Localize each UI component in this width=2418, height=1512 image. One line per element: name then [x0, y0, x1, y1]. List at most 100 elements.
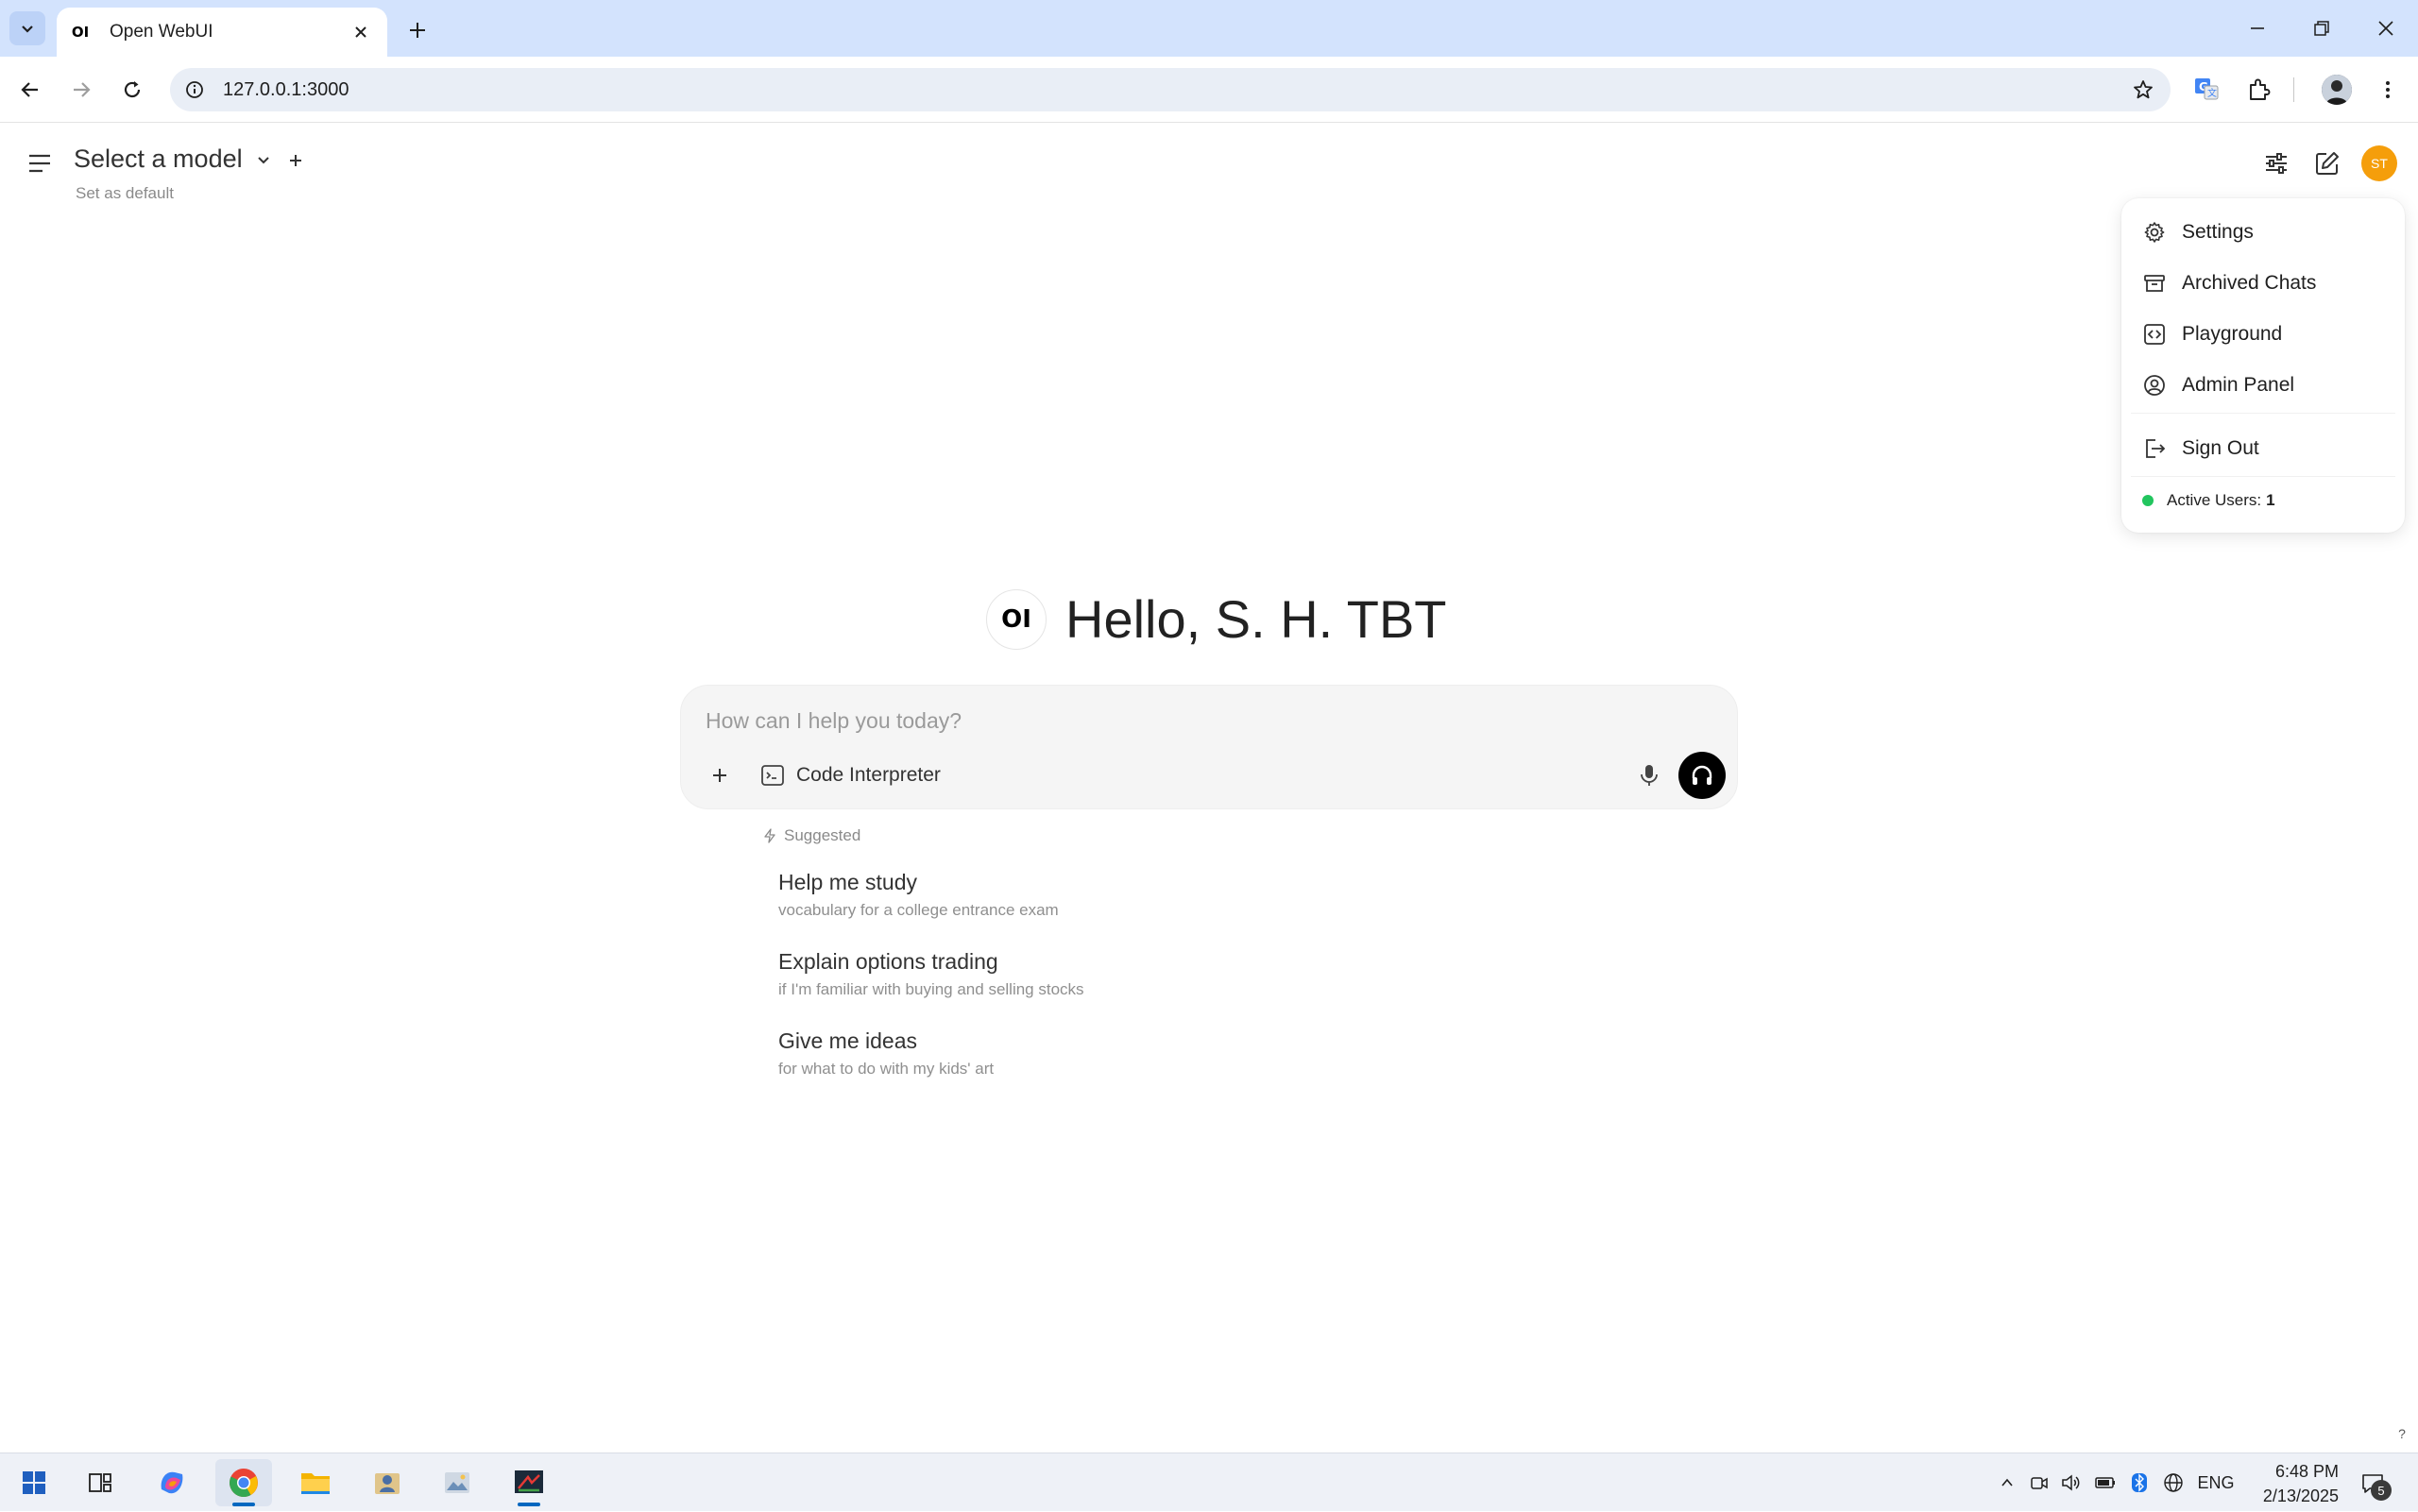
- menu-item-archived-chats[interactable]: Archived Chats: [2140, 263, 2390, 304]
- taskbar-file-explorer[interactable]: [287, 1459, 344, 1506]
- new-tab-button[interactable]: [400, 13, 434, 47]
- model-select-label: Select a model: [74, 144, 243, 173]
- set-as-default-link[interactable]: Set as default: [76, 184, 174, 203]
- suggested-label: Suggested: [784, 826, 861, 844]
- microphone-icon: [1641, 765, 1658, 786]
- app-header: Select a model Set as default ST: [0, 124, 2418, 202]
- translate-icon[interactable]: G文: [2189, 73, 2223, 107]
- active-users-count: 1: [2266, 491, 2275, 509]
- menu-item-admin-panel[interactable]: Admin Panel: [2140, 365, 2390, 406]
- bookmark-star-icon[interactable]: [2129, 76, 2157, 104]
- bluetooth-icon[interactable]: [2125, 1453, 2154, 1512]
- plus-icon: [410, 23, 425, 38]
- suggestion-title: Explain options trading: [778, 949, 998, 974]
- taskbar-app-6[interactable]: [501, 1459, 557, 1506]
- restore-button[interactable]: [2290, 0, 2354, 57]
- globe-network-icon[interactable]: [2159, 1453, 2188, 1512]
- taskbar-app-4[interactable]: [359, 1459, 416, 1506]
- user-dropdown-menu: Settings Archived Chats Playground Admin…: [2121, 198, 2405, 533]
- model-selector[interactable]: Select a model: [74, 144, 275, 174]
- arrow-left-icon: [21, 82, 38, 97]
- attach-more-button[interactable]: [704, 759, 736, 791]
- new-chat-button[interactable]: [2308, 144, 2346, 182]
- task-view-icon: [89, 1473, 111, 1492]
- volume-icon[interactable]: [2057, 1453, 2086, 1512]
- people-app-icon: [375, 1473, 400, 1494]
- lightning-icon: [761, 827, 778, 844]
- profile-avatar: [2322, 75, 2352, 105]
- show-hidden-icons-button[interactable]: [1993, 1453, 2021, 1512]
- minimize-button[interactable]: [2225, 0, 2290, 57]
- message-input[interactable]: How can I help you today?: [706, 708, 962, 734]
- suggestion-item[interactable]: Explain options trading if I'm familiar …: [778, 949, 1251, 999]
- restore-icon: [2314, 21, 2329, 36]
- code-interpreter-toggle[interactable]: Code Interpreter: [760, 759, 941, 791]
- taskbar-copilot[interactable]: [144, 1459, 200, 1506]
- chevron-down-icon: [252, 148, 275, 171]
- browser-tabstrip: OI Open WebUI: [0, 0, 2418, 57]
- chat-controls-button[interactable]: [2257, 144, 2295, 182]
- gear-icon: [2140, 218, 2169, 246]
- address-bar[interactable]: 127.0.0.1:3000: [170, 68, 2171, 111]
- help-button[interactable]: ?: [2392, 1423, 2412, 1444]
- sidebar-toggle-button[interactable]: [25, 148, 55, 178]
- notification-center-button[interactable]: 5: [2354, 1467, 2392, 1501]
- url-text: 127.0.0.1:3000: [223, 78, 349, 100]
- reload-button[interactable]: [115, 73, 149, 107]
- menu-item-sign-out[interactable]: Sign Out: [2140, 428, 2390, 469]
- active-users-indicator: Active Users: 1: [2142, 491, 2275, 510]
- toolbar-divider: [2293, 77, 2294, 102]
- greeting: OI Hello, S. H. TBT: [986, 588, 1447, 650]
- chevron-down-icon: [22, 25, 33, 33]
- menu-item-playground[interactable]: Playground: [2140, 314, 2390, 355]
- menu-divider: [2131, 413, 2395, 414]
- archive-icon: [2140, 269, 2169, 297]
- voice-mode-button[interactable]: [1678, 752, 1726, 799]
- back-button[interactable]: [13, 73, 47, 107]
- suggestion-title: Help me study: [778, 870, 918, 894]
- plus-icon: [290, 155, 301, 166]
- site-info-icon[interactable]: [183, 78, 206, 101]
- profile-button[interactable]: [2320, 73, 2354, 107]
- system-clock[interactable]: 6:48 PM 2/13/2025: [2244, 1459, 2339, 1508]
- tab-close-button[interactable]: [349, 21, 372, 43]
- chrome-icon: [230, 1469, 258, 1497]
- clock-date: 2/13/2025: [2262, 1487, 2339, 1505]
- browser-menu-button[interactable]: [2371, 73, 2405, 107]
- taskbar-app-5[interactable]: [429, 1459, 485, 1506]
- arrow-right-icon: [74, 82, 91, 97]
- battery-icon[interactable]: [2091, 1453, 2120, 1512]
- camera-tray-icon[interactable]: [2025, 1453, 2053, 1512]
- openwebui-app: Select a model Set as default ST Setting…: [0, 124, 2418, 1453]
- voice-input-button[interactable]: [1633, 759, 1665, 791]
- tab-search-button[interactable]: [9, 11, 45, 45]
- menu-item-settings[interactable]: Settings: [2140, 212, 2390, 253]
- clock-time: 6:48 PM: [2274, 1462, 2339, 1481]
- suggestion-item[interactable]: Help me study vocabulary for a college e…: [778, 870, 1251, 920]
- add-model-button[interactable]: [283, 148, 308, 173]
- notification-count-badge: 5: [2371, 1480, 2392, 1501]
- browser-tab[interactable]: OI Open WebUI: [57, 8, 387, 57]
- openwebui-favicon-icon: OI: [71, 24, 90, 41]
- windows-taskbar: ENG 6:48 PM 2/13/2025 5: [0, 1453, 2418, 1511]
- taskbar-chrome[interactable]: [215, 1459, 272, 1506]
- start-button[interactable]: [6, 1459, 62, 1506]
- close-window-button[interactable]: [2354, 0, 2418, 57]
- extensions-icon[interactable]: [2242, 73, 2276, 107]
- suggestion-subtitle: vocabulary for a college entrance exam: [778, 901, 1059, 919]
- forward-button[interactable]: [64, 73, 98, 107]
- close-icon: [2378, 21, 2393, 36]
- user-avatar-button[interactable]: ST: [2361, 145, 2397, 181]
- sign-out-icon: [2140, 434, 2169, 463]
- headphones-icon: [1692, 765, 1712, 785]
- snipping-tool-icon: [515, 1470, 543, 1493]
- language-label: ENG: [2197, 1472, 2235, 1492]
- menu-divider: [2131, 476, 2395, 477]
- task-view-button[interactable]: [74, 1459, 130, 1506]
- suggestion-item[interactable]: Give me ideas for what to do with my kid…: [778, 1028, 1251, 1079]
- code-interpreter-label: Code Interpreter: [796, 764, 941, 786]
- reload-icon: [124, 81, 141, 98]
- language-indicator[interactable]: ENG: [2195, 1453, 2237, 1512]
- menu-item-label: Playground: [2182, 323, 2283, 345]
- minimize-icon: [2251, 27, 2264, 29]
